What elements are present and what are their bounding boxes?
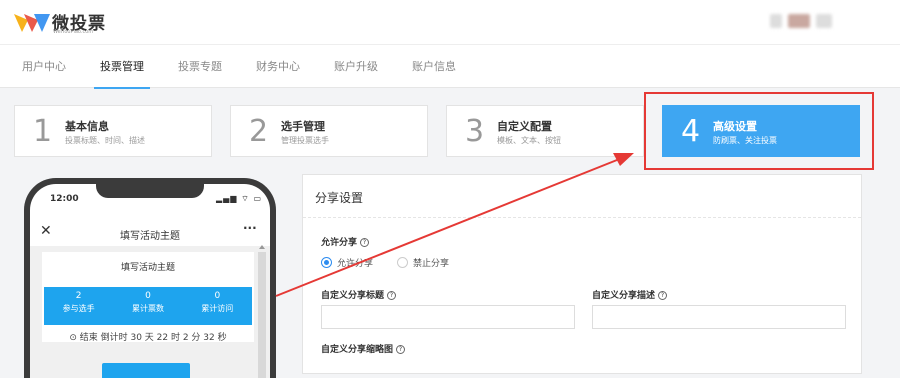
vote-button[interactable] (102, 363, 190, 378)
arrow-line (275, 157, 623, 297)
annotation-arrow (275, 153, 634, 297)
